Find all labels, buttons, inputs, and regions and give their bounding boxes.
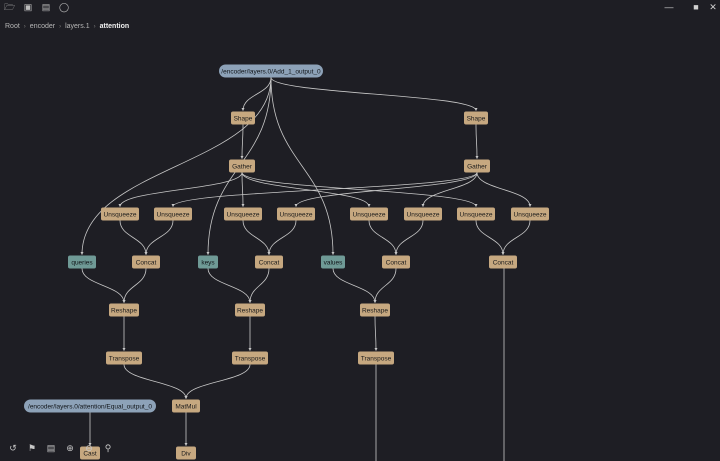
node-label: Transpose [235, 355, 266, 362]
node-label: Unsqueeze [353, 211, 386, 218]
edge-gather2-unsq8 [476, 172, 532, 208]
zoom-out-icon[interactable]: ⊖ [82, 441, 96, 455]
graph-canvas[interactable]: /encoder/layers.0/Add_1_output_0 Shape Sha… [0, 0, 720, 461]
node-gather1[interactable]: Gather [229, 159, 255, 173]
edge-concat1-reshape1 [122, 268, 147, 304]
graph-nodes: /encoder/layers.0/Add_1_output_0 Shape Sha… [24, 64, 549, 460]
node-unsq3[interactable]: Unsqueeze [224, 207, 262, 221]
node-label: Reshape [362, 307, 388, 314]
node-label: values [324, 259, 344, 266]
edge-unsq5-concat3 [368, 220, 398, 256]
node-label: Reshape [237, 307, 263, 314]
node-label: Unsqueeze [104, 211, 137, 218]
node-label: Concat [259, 259, 280, 266]
node-label: Div [181, 450, 191, 457]
node-values[interactable]: values [321, 255, 345, 269]
edge-reshape3-transpose3 [374, 316, 378, 352]
node-concat1[interactable]: Concat [132, 255, 160, 269]
node-unsq1[interactable]: Unsqueeze [101, 207, 139, 221]
edge-shape2-gather2 [475, 124, 479, 160]
node-reshape3[interactable]: Reshape [360, 303, 390, 317]
edge-unsq8-concat4 [501, 220, 531, 256]
node-label: Unsqueeze [280, 211, 313, 218]
node-label: Unsqueeze [407, 211, 440, 218]
edge-gather1-unsq3 [241, 172, 245, 208]
node-label: Gather [232, 163, 253, 170]
edge-gather1-unsq7 [241, 172, 478, 208]
node-label: Shape [234, 115, 253, 122]
node-label: MatMul [175, 403, 197, 410]
node-unsq2[interactable]: Unsqueeze [154, 207, 192, 221]
node-matmul[interactable]: MatMul [172, 399, 200, 413]
node-unsq8[interactable]: Unsqueeze [511, 207, 549, 221]
edge-concat2-reshape2 [248, 268, 270, 304]
node-shape1[interactable]: Shape [231, 111, 255, 125]
node-shape2[interactable]: Shape [464, 111, 488, 125]
edge-transpose2-matmul [184, 364, 251, 400]
node-label: Concat [493, 259, 514, 266]
node-label: Unsqueeze [157, 211, 190, 218]
node-concat3[interactable]: Concat [382, 255, 410, 269]
node-unsq7[interactable]: Unsqueeze [457, 207, 495, 221]
edge-unsq4-concat2 [267, 220, 297, 256]
node-label: keys [201, 259, 215, 266]
node-queries[interactable]: queries [68, 255, 96, 269]
edge-unsq2-concat1 [144, 220, 174, 256]
node-unsq5[interactable]: Unsqueeze [350, 207, 388, 221]
node-unsq4[interactable]: Unsqueeze [277, 207, 315, 221]
edge-queries-reshape1 [81, 268, 126, 304]
node-label: Reshape [111, 307, 137, 314]
node-reshape1[interactable]: Reshape [109, 303, 139, 317]
zoom-in-icon[interactable]: ⊕ [63, 441, 77, 455]
edge-add-shape2 [270, 77, 478, 112]
edge-unsq1-concat1 [119, 220, 148, 256]
node-equal[interactable]: /encoder/layers.0/attention/Equal_output… [24, 399, 156, 413]
edge-transpose1-matmul [123, 364, 188, 400]
node-label: Shape [467, 115, 486, 122]
node-reshape2[interactable]: Reshape [235, 303, 265, 317]
edge-gather2-unsq2 [171, 172, 478, 208]
node-transpose3[interactable]: Transpose [358, 351, 394, 365]
edge-unsq7-concat4 [475, 220, 505, 256]
node-concat4[interactable]: Concat [489, 255, 517, 269]
edge-unsq6-concat3 [394, 220, 424, 256]
search-icon[interactable]: ⚲ [101, 441, 115, 455]
node-label: Gather [467, 163, 488, 170]
node-add[interactable]: /encoder/layers.0/Add_1_output_0 [219, 64, 323, 78]
node-div[interactable]: Div [176, 446, 196, 460]
node-label: Unsqueeze [227, 211, 260, 218]
edge-add-shape1 [241, 77, 272, 112]
edge-concat3-reshape3 [373, 268, 397, 304]
node-label: Transpose [361, 355, 392, 362]
edge-values-reshape3 [332, 268, 377, 304]
edge-gather1-unsq1 [118, 172, 243, 208]
node-unsq6[interactable]: Unsqueeze [404, 207, 442, 221]
node-transpose2[interactable]: Transpose [232, 351, 268, 365]
edge-add-values [270, 77, 335, 256]
node-transpose1[interactable]: Transpose [106, 351, 142, 365]
edge-gather1-unsq5 [241, 172, 371, 208]
history-icon[interactable]: ↺ [6, 441, 20, 455]
node-label: Transpose [109, 355, 140, 362]
node-label: Concat [386, 259, 407, 266]
node-label: Unsqueeze [514, 211, 547, 218]
list-icon[interactable]: ▤ [44, 441, 58, 455]
edge-keys-reshape2 [207, 268, 252, 304]
edge-unsq3-concat2 [242, 220, 271, 256]
node-label: /encoder/layers.0/Add_1_output_0 [221, 68, 321, 75]
flag-icon[interactable]: ⚑ [25, 441, 39, 455]
node-keys[interactable]: keys [198, 255, 218, 269]
node-label: Unsqueeze [460, 211, 493, 218]
node-label: Concat [136, 259, 157, 266]
node-label: /encoder/layers.0/attention/Equal_output… [28, 403, 152, 410]
node-gather2[interactable]: Gather [464, 159, 490, 173]
node-concat2[interactable]: Concat [255, 255, 283, 269]
node-label: queries [71, 259, 93, 266]
